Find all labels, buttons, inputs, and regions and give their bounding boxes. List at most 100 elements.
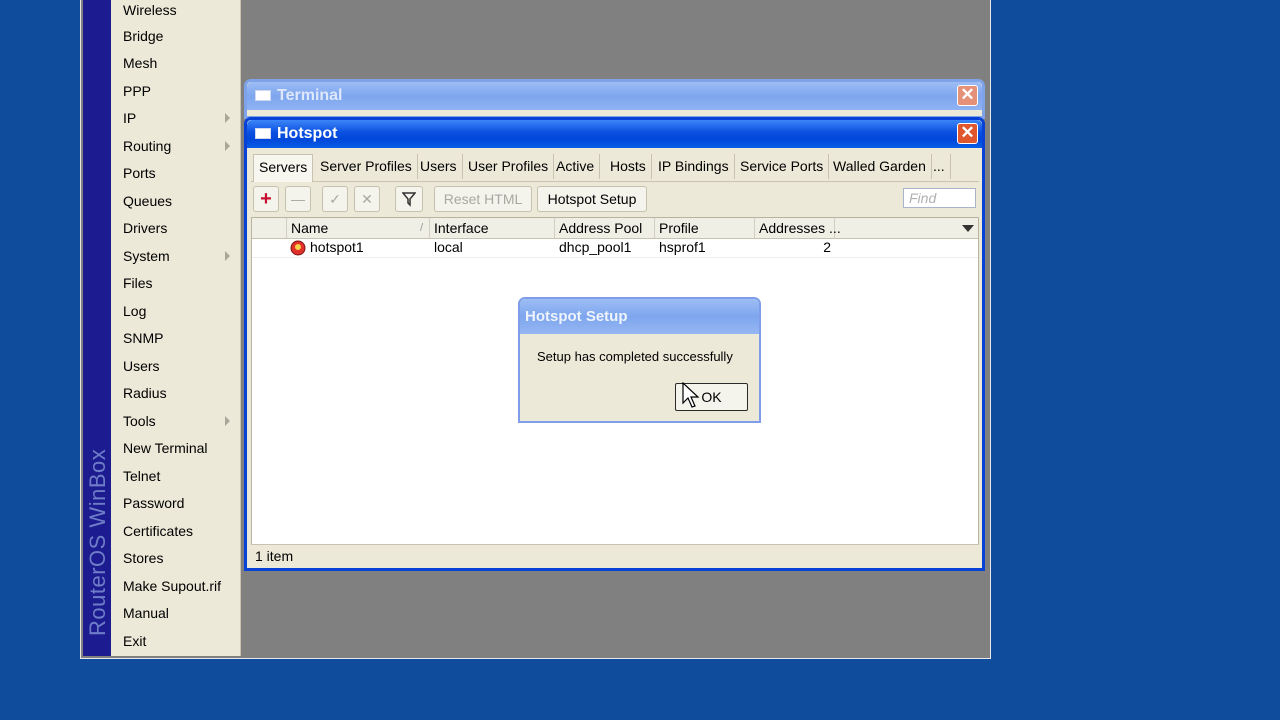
sidebar-item-label: Radius (123, 385, 167, 401)
toolbar: + — ✓ ✕ Reset HTML Hotspot Setup Find (251, 186, 979, 214)
sidebar-item-log[interactable]: Log (111, 301, 240, 327)
sidebar-item-label: New Terminal (123, 440, 208, 456)
sidebar-item-label: Certificates (123, 523, 194, 539)
submenu-arrow-icon (225, 416, 230, 426)
sidebar-item-label: System (123, 248, 170, 264)
cell-address-pool: dhcp_pool1 (559, 239, 632, 255)
sidebar-item-queues[interactable]: Queues (111, 191, 240, 217)
tab-label: Walled Garden (833, 158, 926, 174)
sidebar-item-label: Ports (123, 165, 156, 181)
sidebar-item-make-supout[interactable]: Make Supout.rif (111, 576, 240, 602)
sidebar-item-telnet[interactable]: Telnet (111, 466, 240, 492)
sidebar-item-label: IP (123, 110, 137, 126)
submenu-arrow-icon (225, 113, 230, 123)
terminal-titlebar[interactable]: Terminal ✕ (247, 82, 982, 110)
sidebar-item-label: Log (123, 303, 147, 319)
sidebar-item-files[interactable]: Files (111, 273, 240, 299)
sidebar-item-radius[interactable]: Radius (111, 383, 240, 409)
sidebar-item-new-terminal[interactable]: New Terminal (111, 438, 240, 464)
sidebar-item-routing[interactable]: Routing (111, 136, 240, 162)
tab-label: Active (556, 158, 595, 174)
sidebar-item-password[interactable]: Password (111, 493, 240, 519)
sidebar-item-bridge[interactable]: Bridge (111, 26, 240, 52)
tab-walled-garden[interactable]: Walled Garden (828, 154, 932, 179)
sidebar-item-snmp[interactable]: SNMP (111, 328, 240, 354)
tab-ip-bindings[interactable]: IP Bindings (653, 154, 735, 179)
column-header-flag[interactable] (252, 218, 287, 238)
column-label: Addresses ... (759, 220, 841, 236)
sidebar-item-ports[interactable]: Ports (111, 163, 240, 189)
tab-label: Users (420, 158, 457, 174)
column-label: Interface (434, 220, 489, 236)
enable-icon[interactable]: ✓ (322, 186, 348, 212)
sidebar-item-label: Exit (123, 633, 147, 649)
find-input[interactable]: Find (903, 188, 976, 208)
mouse-cursor-icon (682, 382, 700, 408)
tab-users[interactable]: Users (415, 154, 463, 179)
sidebar-item-label: Bridge (123, 28, 164, 44)
columns-dropdown-icon[interactable] (962, 225, 974, 232)
filter-icon[interactable] (395, 186, 423, 212)
remove-icon[interactable]: — (285, 186, 311, 212)
sidebar-item-label: Drivers (123, 220, 168, 236)
tab-server-profiles[interactable]: Server Profiles (315, 154, 418, 179)
sidebar-item-drivers[interactable]: Drivers (111, 218, 240, 244)
sidebar-item-system[interactable]: System (111, 246, 240, 272)
sidebar-item-wireless[interactable]: Wireless (111, 0, 240, 26)
sidebar-item-label: Tools (123, 413, 156, 429)
tab-more[interactable]: ... (928, 154, 951, 179)
tab-service-ports[interactable]: Service Ports (735, 154, 830, 179)
sidebar-item-users[interactable]: Users (111, 356, 240, 382)
terminal-window[interactable]: Terminal ✕ (244, 79, 985, 119)
sidebar-item-manual[interactable]: Manual (111, 603, 240, 629)
window-icon (255, 90, 271, 101)
table-header: Name / Interface Address Pool Profile Add… (252, 218, 978, 239)
cell-interface: local (434, 239, 463, 255)
sidebar-item-label: Password (123, 495, 185, 511)
sidebar-item-tools[interactable]: Tools (111, 411, 240, 437)
status-bar: 1 item (251, 544, 979, 566)
tab-label: IP Bindings (658, 158, 729, 174)
sidebar-item-ppp[interactable]: PPP (111, 81, 240, 107)
terminal-title: Terminal (277, 87, 343, 104)
sidebar-item-label: PPP (123, 83, 152, 99)
brand-text: RouterOS WinBox (85, 449, 111, 636)
column-label: Name (291, 220, 329, 236)
submenu-arrow-icon (225, 141, 230, 151)
tab-user-profiles[interactable]: User Profiles (463, 154, 555, 179)
reset-html-button[interactable]: Reset HTML (434, 186, 532, 212)
close-icon[interactable]: ✕ (957, 123, 978, 144)
tab-bar: Servers Server Profiles Users User Profi… (251, 154, 979, 182)
column-header-addresses[interactable]: Addresses ... (755, 218, 841, 238)
dialog-title[interactable]: Hotspot Setup (520, 299, 759, 334)
sidebar-item-label: SNMP (123, 330, 164, 346)
sidebar-item-stores[interactable]: Stores (111, 548, 240, 574)
hotspot-titlebar[interactable]: Hotspot ✕ (247, 120, 982, 148)
sidebar-item-label: Manual (123, 605, 169, 621)
column-header-name[interactable]: Name / (287, 218, 430, 238)
sidebar-item-exit[interactable]: Exit (111, 631, 240, 657)
column-header-profile[interactable]: Profile (655, 218, 755, 238)
column-header-address-pool[interactable]: Address Pool (555, 218, 655, 238)
sidebar-item-label: Files (123, 275, 153, 291)
table-row[interactable]: hotspot1 local dhcp_pool1 hsprof1 2 (252, 238, 978, 258)
column-label: Address Pool (559, 220, 643, 236)
add-icon[interactable]: + (253, 186, 279, 212)
tab-label: Hosts (610, 158, 646, 174)
tab-label: Server Profiles (320, 158, 412, 174)
sidebar-item-ip[interactable]: IP (111, 108, 240, 134)
tab-active[interactable]: Active (551, 154, 601, 179)
column-header-interface[interactable]: Interface (430, 218, 555, 238)
sidebar-item-mesh[interactable]: Mesh (111, 53, 240, 79)
tab-servers[interactable]: Servers (253, 154, 314, 182)
sidebar-menu: Wireless Bridge Mesh PPP IP Routing Port… (111, 0, 241, 656)
close-icon[interactable]: ✕ (957, 85, 978, 106)
sidebar-item-certificates[interactable]: Certificates (111, 521, 240, 547)
disable-icon[interactable]: ✕ (354, 186, 380, 212)
column-label: Profile (659, 220, 699, 236)
sidebar-item-label: Telnet (123, 468, 161, 484)
dialog-message: Setup has completed successfully (537, 349, 733, 364)
tab-hosts[interactable]: Hosts (605, 154, 652, 179)
hotspot-setup-button[interactable]: Hotspot Setup (537, 186, 647, 212)
sidebar-item-label: Queues (123, 193, 173, 209)
